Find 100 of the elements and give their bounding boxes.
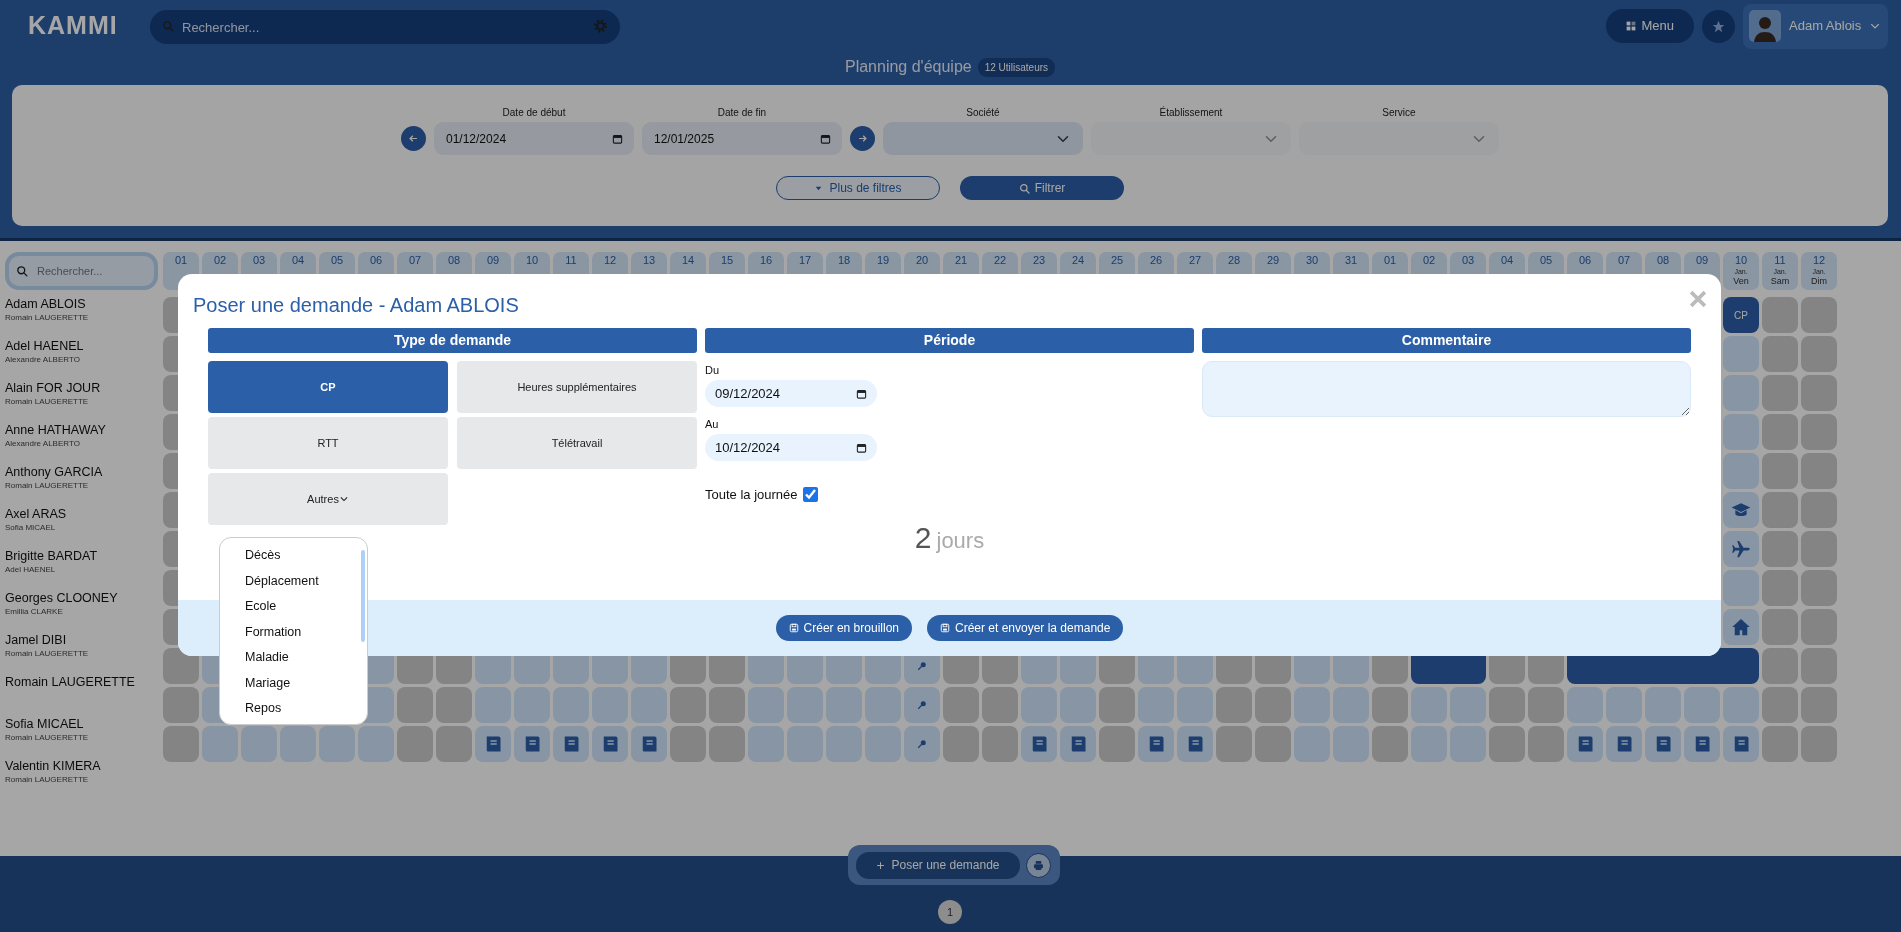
date-field[interactable]: 01/12/2024 (434, 122, 634, 155)
day-cell[interactable] (1099, 687, 1135, 723)
day-cell[interactable] (670, 726, 706, 762)
request-type-button[interactable]: Heures supplémentaires (457, 361, 697, 413)
day-cell[interactable] (1255, 726, 1291, 762)
dropdown-option[interactable]: Mariage (245, 670, 291, 696)
day-cell[interactable] (1450, 687, 1486, 723)
search-field[interactable]: Rechercher... (5, 252, 158, 290)
day-cell[interactable] (1723, 570, 1759, 606)
page-button[interactable]: 1 (938, 900, 962, 924)
day-cell[interactable] (1411, 687, 1447, 723)
day-cell[interactable] (865, 726, 901, 762)
print-button[interactable] (1026, 852, 1051, 878)
day-cell[interactable] (1801, 492, 1837, 528)
day-cell[interactable] (670, 687, 706, 723)
day-cell[interactable] (1138, 726, 1174, 762)
day-cell[interactable] (1801, 531, 1837, 567)
day-cell[interactable] (1801, 726, 1837, 762)
day-cell[interactable] (163, 726, 199, 762)
day-cell[interactable] (904, 726, 940, 762)
day-cell[interactable] (1372, 687, 1408, 723)
day-cell[interactable] (475, 726, 511, 762)
dropdown-option[interactable]: Déplacement (245, 568, 319, 594)
day-cell[interactable] (826, 687, 862, 723)
day-cell[interactable] (904, 687, 940, 723)
next-button[interactable] (850, 126, 875, 151)
day-cell[interactable] (943, 687, 979, 723)
day-cell[interactable] (163, 687, 199, 723)
day-cell[interactable] (1684, 687, 1720, 723)
day-cell[interactable] (748, 687, 784, 723)
day-cell[interactable] (1021, 687, 1057, 723)
day-cell[interactable] (1723, 375, 1759, 411)
day-cell[interactable] (1723, 726, 1759, 762)
day-cell[interactable] (1801, 453, 1837, 489)
day-cell[interactable] (241, 726, 277, 762)
day-cell[interactable] (397, 726, 433, 762)
day-cell[interactable] (592, 687, 628, 723)
create-button[interactable]: Créer et envoyer la demande (927, 615, 1124, 641)
day-cell[interactable] (1489, 687, 1525, 723)
day-cell[interactable] (1684, 726, 1720, 762)
dropdown-option[interactable]: Repos (245, 696, 282, 722)
create-button[interactable]: Créer en brouillon (775, 615, 912, 641)
day-cell[interactable] (1060, 687, 1096, 723)
day-cell[interactable] (1294, 726, 1330, 762)
day-cell[interactable] (1528, 687, 1564, 723)
day-cell[interactable] (436, 687, 472, 723)
day-cell[interactable] (1762, 492, 1798, 528)
day-cell[interactable] (865, 687, 901, 723)
scrollbar-thumb[interactable] (361, 550, 365, 642)
day-cell[interactable] (1411, 726, 1447, 762)
day-cell[interactable] (943, 726, 979, 762)
day-cell[interactable] (397, 687, 433, 723)
day-cell[interactable] (436, 726, 472, 762)
day-cell[interactable] (1762, 336, 1798, 372)
day-cell[interactable] (514, 687, 550, 723)
day-cell[interactable] (280, 726, 316, 762)
date-field[interactable]: 09/12/2024 (705, 380, 877, 407)
day-cell[interactable] (553, 726, 589, 762)
day-cell[interactable] (1645, 726, 1681, 762)
day-cell[interactable] (1762, 297, 1798, 333)
all-day-checkbox[interactable] (802, 487, 818, 503)
day-cell[interactable] (1294, 687, 1330, 723)
day-cell[interactable] (1762, 570, 1798, 606)
menu-button[interactable]: Menu (1606, 9, 1694, 43)
day-cell[interactable] (1801, 336, 1837, 372)
day-cell[interactable] (358, 726, 394, 762)
dropdown-option[interactable]: Décès (245, 543, 281, 569)
select-field[interactable] (883, 122, 1083, 155)
day-cell[interactable] (1489, 726, 1525, 762)
day-cell[interactable] (1606, 687, 1642, 723)
day-cell[interactable] (202, 726, 238, 762)
previous-button[interactable] (401, 126, 426, 151)
day-cell[interactable] (475, 687, 511, 723)
profile-button[interactable]: Adam Ablois (1743, 3, 1888, 49)
settings-icon[interactable] (593, 18, 608, 34)
day-cell[interactable] (163, 648, 199, 684)
day-cell[interactable] (787, 726, 823, 762)
day-cell[interactable] (1801, 609, 1837, 645)
comment-field[interactable] (1202, 361, 1691, 417)
dropdown-option[interactable]: Maladie (245, 645, 289, 671)
day-cell[interactable] (1528, 726, 1564, 762)
day-cell[interactable] (1762, 609, 1798, 645)
day-cell[interactable] (592, 726, 628, 762)
date-field[interactable]: 12/01/2025 (642, 122, 842, 155)
day-cell[interactable] (709, 687, 745, 723)
day-cell[interactable] (1177, 726, 1213, 762)
day-cell[interactable] (1762, 687, 1798, 723)
day-cell[interactable] (1216, 687, 1252, 723)
day-cell[interactable] (1723, 453, 1759, 489)
day-cell[interactable] (1723, 414, 1759, 450)
request-type-button[interactable]: Télétravail (457, 417, 697, 469)
request-type-button[interactable]: RTT (208, 417, 448, 469)
day-cell[interactable] (1723, 687, 1759, 723)
day-cell[interactable] (553, 687, 589, 723)
day-cell[interactable] (1333, 687, 1369, 723)
day-cell[interactable] (1762, 414, 1798, 450)
request-type-button[interactable]: Autres (208, 473, 448, 525)
search-field[interactable]: Rechercher... (150, 10, 620, 44)
day-cell[interactable] (1372, 726, 1408, 762)
day-cell[interactable] (1567, 726, 1603, 762)
